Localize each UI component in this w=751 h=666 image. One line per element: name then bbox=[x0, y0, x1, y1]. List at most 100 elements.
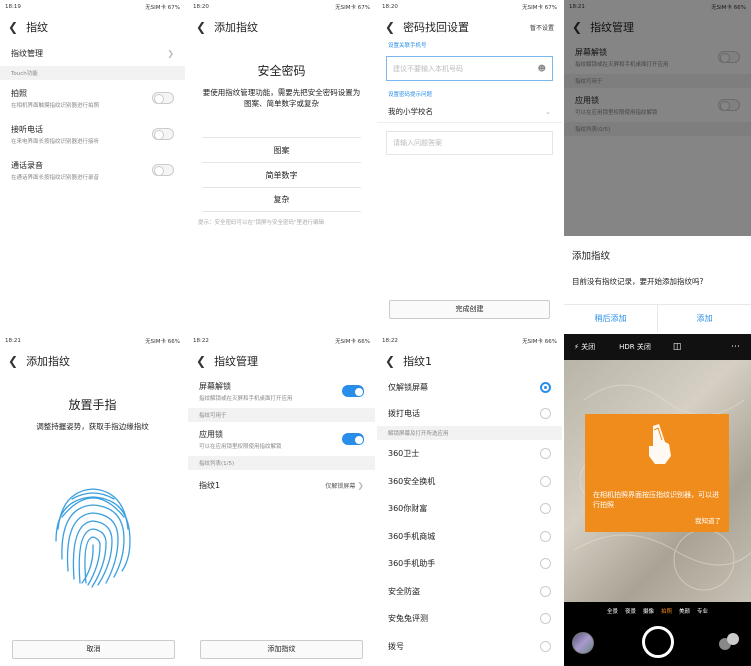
photo-toggle[interactable] bbox=[152, 92, 174, 104]
phone-placeholder: 建议不要输入本机号码 bbox=[393, 64, 463, 73]
setting-desc: 指纹解锁或在灭屏和手机桌面打开应用 bbox=[199, 395, 293, 402]
flash-icon: ⚡ bbox=[574, 343, 579, 351]
page-title: 指纹 bbox=[26, 21, 49, 34]
unlock-toggle[interactable] bbox=[342, 385, 364, 397]
later-button[interactable]: 稍后添加 bbox=[564, 305, 658, 332]
record-call-toggle[interactable] bbox=[152, 164, 174, 176]
cancel-button[interactable]: 取消 bbox=[12, 640, 175, 659]
radio[interactable] bbox=[540, 503, 551, 515]
hdr-toggle[interactable]: HDR 关闭 bbox=[619, 342, 651, 352]
section-header-list: 指纹列表(1/5) bbox=[188, 456, 375, 470]
dialog-message: 目前没有指纹记录，要开始添加指纹吗? bbox=[572, 277, 704, 286]
chevron-right-icon: ❯ bbox=[357, 480, 364, 490]
flash-label: 关闭 bbox=[581, 343, 596, 351]
radio[interactable] bbox=[540, 640, 551, 652]
radio[interactable] bbox=[540, 558, 551, 570]
got-it-button[interactable]: 我知道了 bbox=[695, 515, 721, 525]
option-simple-number[interactable]: 简单数字 bbox=[202, 162, 361, 187]
page-title: 指纹管理 bbox=[214, 355, 259, 368]
security-heading: 安全密码 bbox=[257, 64, 306, 78]
add-button[interactable]: 添加 bbox=[658, 305, 751, 332]
finish-button[interactable]: 完成创建 bbox=[389, 300, 550, 319]
option-label: 拨打电话 bbox=[388, 408, 420, 418]
app-lock-toggle[interactable] bbox=[342, 433, 364, 445]
radio[interactable] bbox=[540, 585, 551, 597]
back-arrow-icon[interactable]: ❮ bbox=[196, 20, 206, 34]
option-unlock-only[interactable]: 仅解锁屏幕 bbox=[377, 374, 562, 400]
radio[interactable] bbox=[540, 475, 551, 487]
radio[interactable] bbox=[540, 613, 551, 625]
camera-tip-text: 在相机拍照界面按压指纹识别器，可以进行拍照 bbox=[593, 491, 719, 509]
phone-input[interactable]: 建议不要输入本机号码 ☻ bbox=[386, 56, 553, 81]
mode-beauty[interactable]: 美颜 bbox=[679, 607, 690, 615]
status-info: 无SIM卡 66% bbox=[522, 339, 557, 345]
radio-selected[interactable] bbox=[540, 381, 551, 393]
answer-input[interactable]: 请输入问题答案 bbox=[386, 131, 553, 155]
setting-row-record-call: 通话录音 在通话界面长按指纹识别器进行录音 bbox=[0, 152, 185, 188]
answer-call-toggle[interactable] bbox=[152, 128, 174, 140]
mode-panorama[interactable]: 全景 bbox=[607, 607, 618, 615]
section-header: 指纹可用于 bbox=[188, 408, 375, 422]
fingerprint-icon bbox=[55, 488, 131, 588]
camera-tip-dialog: 在相机拍照界面按压指纹识别器，可以进行拍照 我知道了 bbox=[585, 414, 729, 532]
title-bar: ❮ 添加指纹 bbox=[188, 14, 375, 40]
page-title: 添加指纹 bbox=[214, 21, 259, 34]
mode-pro[interactable]: 专业 bbox=[697, 607, 708, 615]
radio[interactable] bbox=[540, 530, 551, 542]
fingerprint-list-item[interactable]: 指纹1 仅解锁屏幕 ❯ bbox=[188, 470, 375, 500]
fingerprint-manage-item[interactable]: 指纹管理 ❯ bbox=[0, 40, 185, 66]
switch-camera-icon[interactable]: ◫ bbox=[673, 342, 682, 352]
app-row[interactable]: 360安全换机 bbox=[377, 468, 562, 496]
radio[interactable] bbox=[540, 448, 551, 460]
status-bar: 18:20 无SIM卡 67% bbox=[377, 0, 562, 14]
app-label: 360手机助手 bbox=[388, 559, 436, 569]
mode-video[interactable]: 摄像 bbox=[643, 607, 654, 615]
back-arrow-icon[interactable]: ❮ bbox=[196, 354, 206, 368]
app-row[interactable]: 安兔兔评测 bbox=[377, 605, 562, 633]
add-fingerprint-button[interactable]: 添加指纹 bbox=[200, 640, 363, 659]
app-row[interactable]: 360你财富 bbox=[377, 495, 562, 523]
screen-fingerprint-manage: 18:22 无SIM卡 66% ❮ 指纹管理 屏幕解锁 指纹解锁或在灭屏和手机桌面… bbox=[188, 334, 375, 666]
shutter-button[interactable] bbox=[642, 626, 674, 658]
page-title: 添加指纹 bbox=[26, 355, 71, 368]
section-header-touch: Touch功能 bbox=[0, 66, 185, 80]
back-arrow-icon[interactable]: ❮ bbox=[385, 20, 395, 34]
mode-photo[interactable]: 拍照 bbox=[661, 607, 672, 615]
place-heading: 放置手指 bbox=[68, 398, 117, 412]
mode-night[interactable]: 夜景 bbox=[625, 607, 636, 615]
status-time: 18:20 bbox=[193, 4, 209, 10]
back-arrow-icon[interactable]: ❮ bbox=[8, 354, 18, 368]
app-row[interactable]: 360手机助手 bbox=[377, 550, 562, 578]
option-pattern[interactable]: 图案 bbox=[202, 137, 361, 162]
status-time: 18:22 bbox=[382, 338, 398, 344]
status-info: 无SIM卡 66% bbox=[335, 339, 370, 345]
filter-icon[interactable] bbox=[719, 633, 741, 653]
option-complex[interactable]: 复杂 bbox=[202, 187, 361, 212]
screen-fingerprint: 18:19 无SIM卡 67% ❮ 指纹 指纹管理 ❯ Touch功能 拍照 在相… bbox=[0, 0, 185, 332]
radio[interactable] bbox=[540, 407, 551, 419]
title-bar: ❮ 密码找回设置 暂不设置 bbox=[377, 14, 562, 40]
gallery-thumbnail[interactable] bbox=[572, 632, 594, 654]
title-bar: ❮ 指纹1 bbox=[377, 348, 562, 374]
app-row[interactable]: 拨号 bbox=[377, 633, 562, 661]
app-row[interactable]: 安全防盗 bbox=[377, 578, 562, 606]
dialog-title: 添加指纹 bbox=[572, 251, 611, 262]
dim-overlay bbox=[564, 0, 751, 236]
skip-button[interactable]: 暂不设置 bbox=[530, 23, 554, 32]
app-row[interactable]: 360手机商城 bbox=[377, 523, 562, 551]
setting-row-unlock: 屏幕解锁 指纹解锁或在灭屏和手机桌面打开应用 bbox=[188, 374, 375, 408]
option-call[interactable]: 拨打电话 bbox=[377, 400, 562, 426]
contact-icon[interactable]: ☻ bbox=[538, 64, 546, 73]
flash-control[interactable]: ⚡ 关闭 bbox=[574, 342, 595, 352]
screen-place-finger: 18:21 无SIM卡 66% ❮ 添加指纹 放置手指 调整持握姿势，获取手指边… bbox=[0, 334, 185, 666]
back-arrow-icon[interactable]: ❮ bbox=[385, 354, 395, 368]
back-arrow-icon[interactable]: ❮ bbox=[8, 20, 18, 34]
camera-viewfinder[interactable]: 在相机拍照界面按压指纹识别器，可以进行拍照 我知道了 bbox=[564, 360, 751, 602]
question-label: 设置密码提示问题 bbox=[388, 92, 433, 98]
place-desc: 调整持握姿势，获取手指边缘指纹 bbox=[36, 422, 149, 431]
chevron-down-icon: ⌄ bbox=[545, 107, 551, 116]
more-icon[interactable]: ⋯ bbox=[731, 342, 741, 352]
page-title: 指纹1 bbox=[403, 355, 433, 368]
question-select[interactable]: 我的小学校名 ⌄ bbox=[377, 101, 562, 123]
app-row[interactable]: 360卫士 bbox=[377, 440, 562, 468]
